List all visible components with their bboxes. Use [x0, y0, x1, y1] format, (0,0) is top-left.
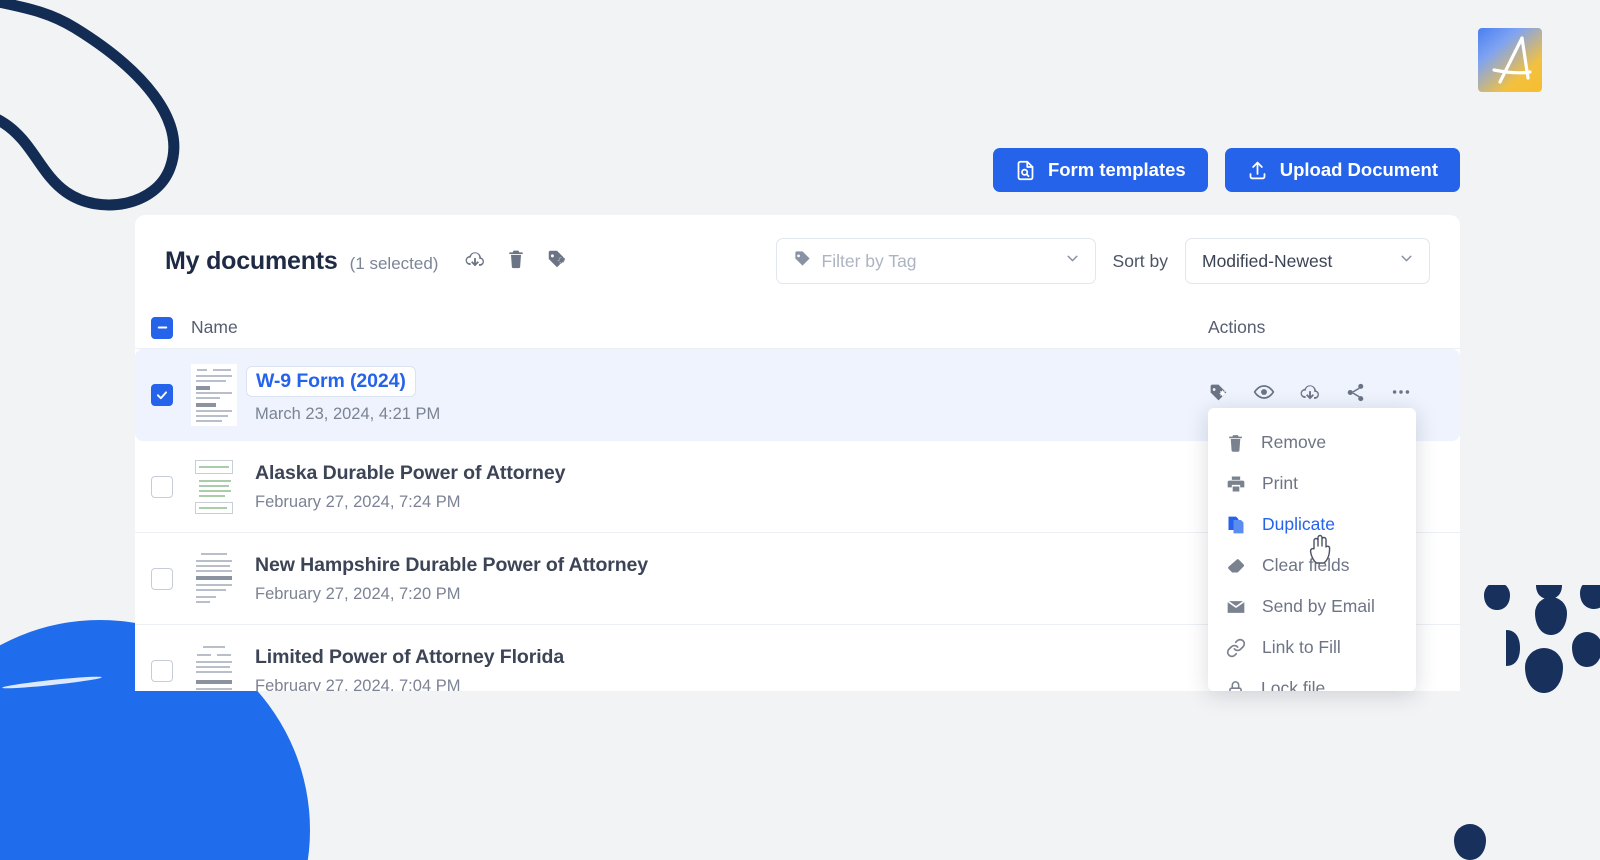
- card-header: My documents (1 selected) Filter by Tag …: [135, 215, 1460, 307]
- eye-icon[interactable]: [1253, 381, 1275, 408]
- document-cell: W-9 Form (2024) March 23, 2024, 4:21 PM: [151, 363, 1208, 426]
- tag-icon: [793, 249, 812, 273]
- menu-item-label: Send by Email: [1262, 596, 1375, 616]
- menu-item-lock-file[interactable]: Lock file: [1208, 668, 1416, 691]
- lock-icon: [1226, 679, 1245, 691]
- trash-icon[interactable]: [506, 248, 526, 275]
- menu-item-label: Clear fields: [1262, 555, 1350, 575]
- column-header-actions: Actions: [1208, 317, 1266, 337]
- selected-count-label: (1 selected): [349, 253, 439, 273]
- copy-icon: [1226, 515, 1246, 535]
- menu-item-label: Remove: [1261, 432, 1327, 452]
- bulk-actions-toolbar: [464, 248, 568, 275]
- document-name[interactable]: Limited Power of Attorney Florida: [255, 646, 564, 669]
- document-name-input[interactable]: W-9 Form (2024): [246, 365, 416, 397]
- document-cell: Limited Power of Attorney Florida Februa…: [151, 639, 1208, 692]
- tag-filter-placeholder: Filter by Tag: [821, 250, 917, 271]
- document-cell: New Hampshire Durable Power of Attorney …: [151, 547, 1208, 610]
- document-date: February 27, 2024, 7:04 PM: [255, 676, 461, 692]
- menu-item-label: Print: [1262, 473, 1298, 493]
- filter-sort-group: Filter by Tag Sort by Modified-Newest: [775, 238, 1430, 284]
- sort-by-select[interactable]: Modified-Newest: [1185, 238, 1430, 284]
- menu-item-label: Duplicate: [1262, 514, 1335, 534]
- eraser-icon: [1226, 556, 1246, 576]
- title-group: My documents (1 selected): [165, 247, 438, 276]
- bottom-blob-decoration: [1454, 824, 1486, 860]
- menu-item-send-by-email[interactable]: Send by Email: [1208, 586, 1416, 627]
- document-info: New Hampshire Durable Power of Attorney …: [255, 554, 648, 604]
- document-info: Limited Power of Attorney Florida Februa…: [255, 646, 564, 692]
- more-options-icon[interactable]: [1390, 381, 1412, 408]
- menu-item-link-to-fill[interactable]: Link to Fill: [1208, 627, 1416, 668]
- document-thumbnail: [191, 639, 237, 691]
- sort-by-label: Sort by: [1112, 250, 1168, 271]
- document-thumbnail: [191, 547, 237, 610]
- row-checkbox[interactable]: [151, 567, 173, 590]
- tag-filter-select[interactable]: Filter by Tag: [775, 238, 1096, 284]
- row-actions: [1208, 381, 1430, 408]
- form-templates-button[interactable]: Form templates: [992, 148, 1208, 192]
- menu-item-label: Link to Fill: [1262, 637, 1341, 657]
- add-tag-icon[interactable]: [1208, 382, 1229, 408]
- share-icon[interactable]: [1345, 382, 1366, 408]
- menu-item-print[interactable]: Print: [1208, 463, 1416, 504]
- document-name[interactable]: Alaska Durable Power of Attorney: [255, 462, 565, 485]
- document-thumbnail: [191, 363, 237, 426]
- upload-icon: [1247, 160, 1268, 181]
- upload-document-button[interactable]: Upload Document: [1224, 148, 1460, 192]
- row-checkbox[interactable]: [151, 659, 173, 682]
- document-date: February 27, 2024, 7:24 PM: [255, 492, 461, 511]
- row-checkbox[interactable]: [151, 383, 173, 406]
- table-header: Name Actions: [135, 307, 1460, 349]
- document-date: March 23, 2024, 4:21 PM: [255, 404, 441, 423]
- menu-item-remove[interactable]: Remove: [1208, 422, 1416, 463]
- squiggle-decoration: [0, 0, 180, 211]
- dots-pattern-decoration: [1484, 585, 1600, 693]
- document-name[interactable]: New Hampshire Durable Power of Attorney: [255, 554, 648, 577]
- document-info: W-9 Form (2024) March 23, 2024, 4:21 PM: [246, 365, 441, 424]
- document-cell: Alaska Durable Power of Attorney Februar…: [151, 455, 1208, 518]
- page-title: My documents: [165, 246, 338, 275]
- chevron-down-icon: [1064, 250, 1081, 272]
- select-all-checkbox[interactable]: [151, 316, 173, 339]
- menu-item-label: Lock file: [1261, 678, 1326, 691]
- mouse-cursor: [1309, 534, 1331, 564]
- pdf-app-logo-icon: [1478, 28, 1542, 92]
- document-thumbnail: [191, 455, 237, 518]
- form-templates-label: Form templates: [1047, 159, 1186, 180]
- upload-document-label: Upload Document: [1279, 159, 1438, 180]
- download-icon[interactable]: [464, 248, 486, 275]
- sort-by-value: Modified-Newest: [1202, 250, 1333, 271]
- file-search-icon: [1015, 160, 1036, 181]
- envelope-icon: [1226, 597, 1246, 617]
- name-column-header: Name: [151, 316, 1208, 339]
- actions-column-header: Actions: [1208, 317, 1430, 338]
- printer-icon: [1226, 474, 1246, 494]
- document-info: Alaska Durable Power of Attorney Februar…: [255, 462, 565, 512]
- tag-icon[interactable]: [546, 248, 568, 275]
- cloud-download-icon[interactable]: [1299, 381, 1321, 408]
- trash-icon: [1226, 433, 1245, 453]
- link-icon: [1226, 638, 1246, 658]
- row-checkbox[interactable]: [151, 475, 173, 498]
- document-date: February 27, 2024, 7:20 PM: [255, 584, 461, 603]
- header-actions: Form templates Upload Document: [992, 148, 1460, 192]
- column-header-name: Name: [191, 317, 238, 337]
- chevron-down-icon: [1398, 250, 1415, 272]
